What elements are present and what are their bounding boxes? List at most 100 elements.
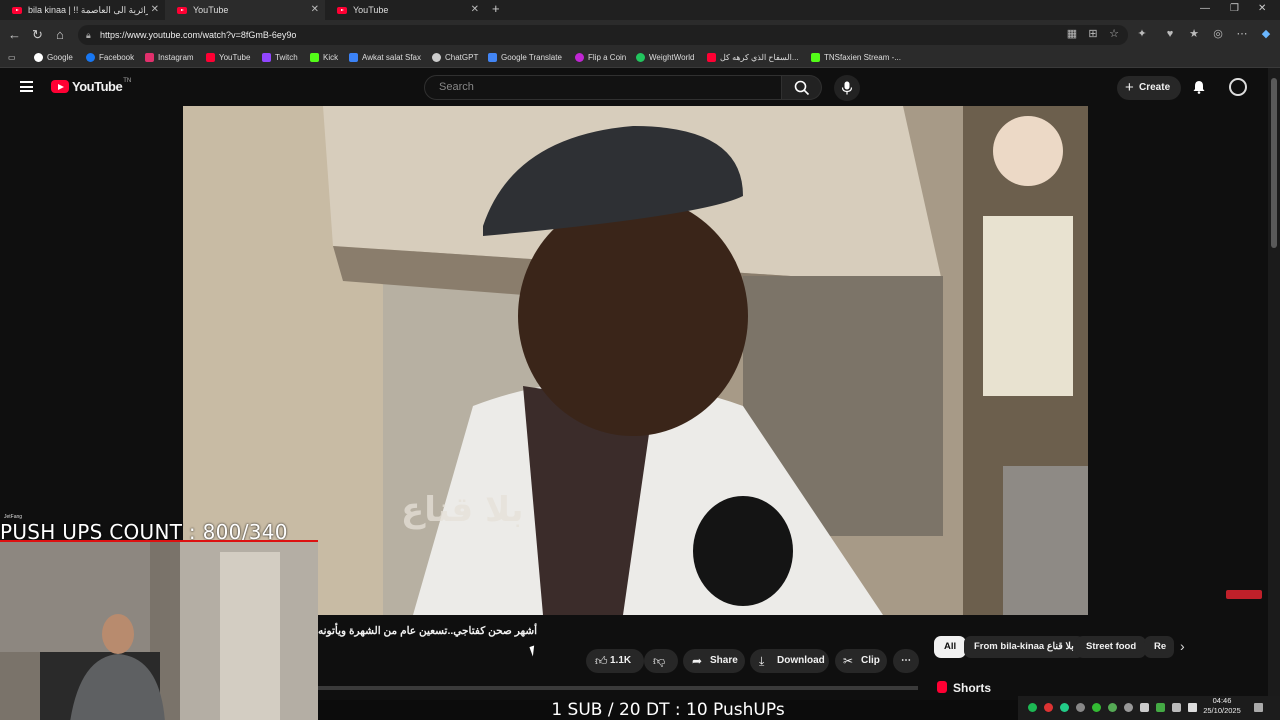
app-icon[interactable]: ⊞: [1087, 28, 1099, 40]
create-button[interactable]: + Create: [1117, 76, 1181, 100]
extensions-icon[interactable]: ✦: [1136, 28, 1148, 40]
clock-date: 25/10/2025: [1203, 706, 1241, 715]
bookmark-arabic-video[interactable]: السفاح الذي كرهه كل...: [707, 53, 799, 62]
spotify-icon[interactable]: [1028, 703, 1037, 712]
back-icon[interactable]: ←: [8, 27, 21, 42]
share-icon: ➦: [692, 654, 703, 668]
bookmark-chatgpt[interactable]: ChatGPT: [432, 53, 478, 62]
thumbs-down-icon: 👎︎: [653, 654, 666, 668]
create-label: Create: [1139, 82, 1171, 93]
browser-tab-2[interactable]: YouTube ✕: [165, 0, 325, 20]
like-count: 1.1K: [610, 655, 632, 666]
youtube-logo[interactable]: YouTube TN: [51, 77, 132, 94]
shorts-label: Shorts: [953, 681, 992, 695]
close-tab-icon[interactable]: ✕: [311, 4, 319, 15]
download-icon: ⤓: [759, 654, 765, 668]
shorts-section-heading: Shorts: [937, 681, 991, 695]
tray-app-icon[interactable]: [1076, 703, 1085, 712]
bookmark-label: Google Translate: [501, 53, 562, 62]
bookmark-flip-a-coin[interactable]: Flip a Coin: [575, 53, 626, 62]
bookmarks-menu-icon[interactable]: ▭: [8, 53, 16, 62]
browser-essentials-icon[interactable]: ♥: [1164, 28, 1176, 40]
close-window-icon[interactable]: ✕: [1258, 3, 1266, 14]
more-icon[interactable]: ⋯: [1236, 28, 1248, 40]
mouse-cursor-icon: [529, 645, 538, 657]
browser-tab-1[interactable]: bila kinaa | !! الجزائرية الى العاصمة ✕: [0, 0, 165, 20]
close-tab-icon[interactable]: ✕: [471, 4, 479, 15]
chip-related[interactable]: Re: [1144, 636, 1174, 658]
search-button[interactable]: [782, 75, 822, 100]
scrollbar-thumb[interactable]: [1271, 78, 1277, 248]
reader-icon[interactable]: ▦: [1066, 28, 1078, 40]
dislike-button[interactable]: 👎︎: [644, 649, 678, 673]
bookmark-awkat-salat[interactable]: Awkat salat Sfax: [349, 53, 421, 62]
copilot-icon[interactable]: ◆: [1260, 28, 1272, 40]
tray-app-icon[interactable]: [1092, 703, 1101, 712]
close-tab-icon[interactable]: ✕: [151, 4, 159, 15]
chip-from-channel[interactable]: From bila-kinaa بلا قناع: [964, 636, 1084, 658]
home-icon[interactable]: ⌂: [56, 27, 64, 42]
youtube-icon: [707, 53, 716, 62]
instagram-icon: [145, 53, 154, 62]
page-scrollbar[interactable]: [1268, 68, 1280, 700]
refresh-icon[interactable]: ↻: [32, 27, 43, 43]
microphone-tray-icon[interactable]: [1140, 703, 1149, 712]
tray-app-icon[interactable]: [1060, 703, 1069, 712]
like-button[interactable]: 👍︎ 1.1K: [586, 649, 644, 673]
bookmark-label: YouTube: [219, 53, 251, 62]
volume-icon[interactable]: [1188, 703, 1197, 712]
hamburger-menu-icon[interactable]: [20, 81, 33, 92]
minimize-icon[interactable]: —: [1200, 3, 1210, 14]
profile-icon[interactable]: ◎: [1212, 28, 1224, 40]
chevron-right-icon[interactable]: ›: [1180, 638, 1185, 654]
favorites-icon[interactable]: ★: [1188, 28, 1200, 40]
bookmark-tnsfaxien[interactable]: TNSfaxien Stream -...: [811, 53, 901, 62]
account-avatar[interactable]: [1229, 78, 1247, 96]
favorite-star-icon[interactable]: ☆: [1108, 28, 1120, 40]
webcam-overlay: [0, 540, 318, 720]
notifications-bell-icon[interactable]: [1192, 80, 1206, 94]
restore-icon[interactable]: ❐: [1230, 3, 1239, 14]
tray-app-icon[interactable]: [1124, 703, 1133, 712]
new-tab-icon[interactable]: +: [492, 1, 500, 16]
tray-app-icon[interactable]: [1156, 703, 1165, 712]
bookmark-facebook[interactable]: Facebook: [86, 53, 134, 62]
browser-tab-3[interactable]: YouTube ✕: [325, 0, 485, 20]
bookmark-label: Instagram: [158, 53, 194, 62]
download-button[interactable]: ⤓ Download: [750, 649, 829, 673]
bookmark-kick[interactable]: Kick: [310, 53, 338, 62]
twitch-icon: [262, 53, 271, 62]
voice-search-button[interactable]: [834, 75, 860, 101]
tab-label: bila kinaa | !! الجزائرية الى العاصمة: [28, 4, 148, 15]
tray-app-icon[interactable]: [1108, 703, 1117, 712]
search-icon: [794, 80, 810, 96]
bookmark-weightworld[interactable]: WeightWorld: [636, 53, 695, 62]
bookmark-google[interactable]: Google: [34, 53, 73, 62]
bookmarks-bar: ▭ Google Facebook Instagram YouTube Twit…: [0, 50, 1280, 68]
chip-street-food[interactable]: Street food: [1076, 636, 1147, 658]
network-icon[interactable]: [1172, 703, 1181, 712]
comment-section-divider: [318, 686, 918, 690]
youtube-icon: [206, 53, 215, 62]
share-button[interactable]: ➦ Share: [683, 649, 745, 673]
bookmark-instagram[interactable]: Instagram: [145, 53, 194, 62]
search-input[interactable]: Search: [424, 75, 782, 100]
more-actions-button[interactable]: ⋯: [893, 649, 919, 673]
webcam-frame: [0, 542, 318, 720]
bookmark-label: Facebook: [99, 53, 135, 62]
share-label: Share: [710, 655, 738, 666]
video-player[interactable]: بلا قناع: [183, 106, 1088, 615]
clip-button[interactable]: ✂ Clip: [835, 649, 887, 673]
url-input[interactable]: 🔒︎ https://www.youtube.com/watch?v=8fGmB…: [78, 25, 1128, 45]
bookmark-youtube[interactable]: YouTube: [206, 53, 250, 62]
tray-app-icon[interactable]: [1044, 703, 1053, 712]
more-horizontal-icon: ⋯: [901, 655, 911, 666]
microphone-icon: [841, 81, 853, 95]
chip-all[interactable]: All: [934, 636, 967, 658]
bookmark-twitch[interactable]: Twitch: [262, 53, 298, 62]
logo-country-code: TN: [123, 77, 132, 84]
notification-center-icon[interactable]: [1254, 703, 1263, 712]
video-frame: [183, 106, 1088, 615]
taskbar-clock[interactable]: 04:46 25/10/2025: [1200, 696, 1244, 716]
bookmark-google-translate[interactable]: Google Translate: [488, 53, 562, 62]
